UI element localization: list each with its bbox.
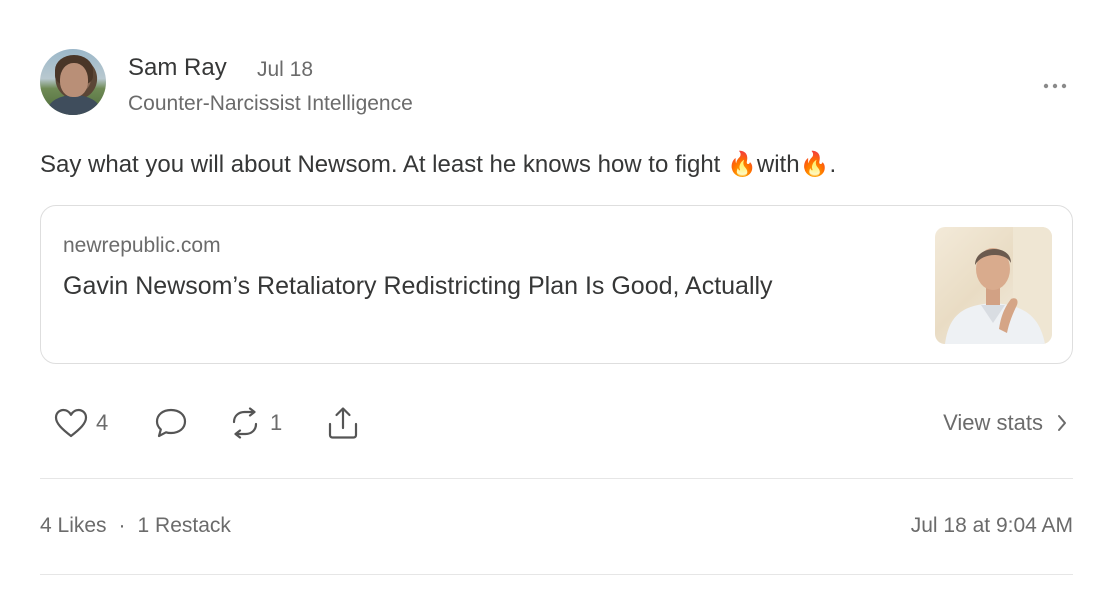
- divider: [40, 478, 1073, 479]
- likes-summary[interactable]: 4 Likes: [40, 514, 107, 538]
- like-count: 4: [96, 410, 109, 435]
- link-thumbnail-image: [935, 227, 1052, 344]
- divider: [40, 574, 1073, 575]
- post-date[interactable]: Jul 18: [257, 58, 313, 82]
- restack-icon: [232, 407, 258, 439]
- restacks-summary[interactable]: 1 Restack: [138, 514, 231, 538]
- ellipsis-icon: [1043, 83, 1067, 89]
- author-name[interactable]: Sam Ray: [128, 54, 227, 82]
- link-card[interactable]: newrepublic.com Gavin Newsom’s Retaliato…: [40, 205, 1073, 364]
- publication-name[interactable]: Counter-Narcissist Intelligence: [128, 92, 413, 116]
- heart-icon: [54, 408, 88, 438]
- restack-count: 1: [270, 410, 283, 435]
- restack-button[interactable]: 1: [228, 400, 282, 446]
- avatar-face: [60, 63, 88, 97]
- avatar-shoulders: [48, 95, 100, 115]
- comment-button[interactable]: [154, 400, 188, 446]
- share-button[interactable]: [326, 400, 360, 446]
- thumbnail-portrait: [945, 227, 1052, 344]
- author-avatar[interactable]: [40, 49, 106, 115]
- view-stats-label: View stats: [943, 410, 1043, 435]
- action-bar: 4 1 View stats: [40, 400, 1073, 446]
- comment-icon: [155, 408, 187, 438]
- post-timestamp: Jul 18 at 9:04 AM: [910, 514, 1073, 537]
- link-domain: newrepublic.com: [63, 234, 221, 257]
- link-title: Gavin Newsom’s Retaliatory Redistricting…: [63, 272, 773, 300]
- separator-dot: ·: [118, 514, 126, 537]
- view-stats-button[interactable]: View stats: [943, 400, 1067, 446]
- like-button[interactable]: 4: [54, 400, 108, 446]
- engagement-summary: 4 Likes · 1 Restack: [40, 514, 231, 538]
- chevron-right-icon: [1058, 415, 1066, 431]
- share-icon: [328, 407, 358, 439]
- more-options-button[interactable]: [1040, 76, 1070, 96]
- post: Sam Ray Jul 18 Counter-Narcissist Intell…: [0, 0, 1120, 598]
- post-text: Say what you will about Newsom. At least…: [40, 151, 837, 178]
